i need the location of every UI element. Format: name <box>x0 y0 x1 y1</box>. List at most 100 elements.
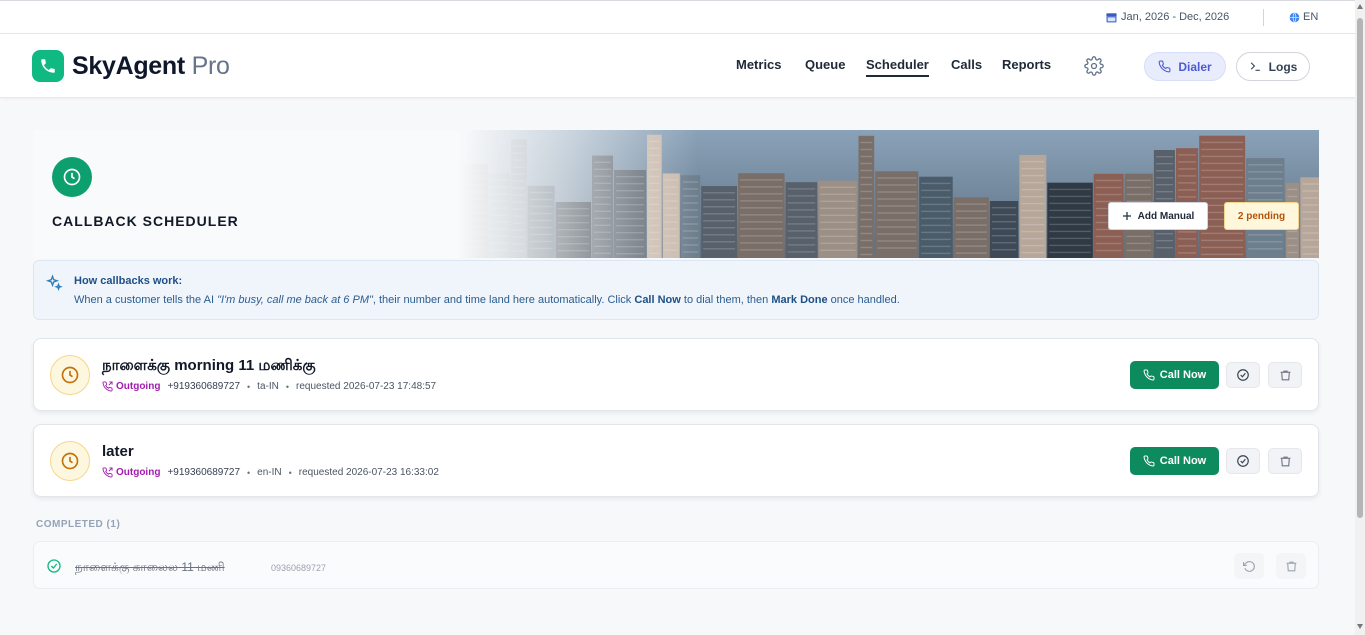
skyline-window <box>1287 251 1298 254</box>
skyline-window <box>1049 202 1091 205</box>
skyline-window <box>703 234 735 236</box>
skyline-window <box>1178 231 1197 233</box>
skyline-window <box>1021 174 1045 177</box>
mark-done-button[interactable] <box>1226 448 1260 474</box>
logs-button[interactable]: Logs <box>1236 52 1310 81</box>
skyline-window <box>1201 232 1244 235</box>
info-heading: How callbacks work: <box>74 275 183 287</box>
skyline-window <box>860 232 873 235</box>
skyline-window <box>1021 209 1045 212</box>
skyline-window <box>820 193 856 195</box>
skyline-building <box>1199 135 1246 258</box>
skyline-window <box>1302 204 1319 206</box>
skyline-window <box>703 227 735 229</box>
skyline-window <box>1302 239 1319 241</box>
callback-clock-badge <box>50 355 90 395</box>
how-callbacks-work-info: How callbacks work: When a customer tell… <box>33 260 1319 320</box>
skyline-window <box>860 239 873 242</box>
nav-calls[interactable]: Calls <box>951 57 982 72</box>
skyline-window <box>991 249 1017 251</box>
skyline-window <box>820 207 856 209</box>
callback-clock-badge <box>50 441 90 481</box>
skyline-window <box>1155 163 1173 165</box>
skyline-window <box>860 246 873 249</box>
skyline-window <box>1302 225 1319 227</box>
scroll-down-arrow[interactable] <box>1357 624 1363 629</box>
dialer-label: Dialer <box>1178 59 1212 74</box>
globe-icon <box>1289 11 1300 23</box>
skyline-window <box>1049 237 1091 240</box>
skyline-window <box>1049 216 1091 219</box>
delete-button[interactable] <box>1268 362 1302 388</box>
date-range-picker[interactable]: Jan, 2026 - Dec, 2026 <box>1106 11 1229 23</box>
separator-dot: • <box>285 381 289 392</box>
logs-label: Logs <box>1268 59 1298 74</box>
skyline-window <box>860 169 873 172</box>
skyline-window <box>877 247 917 249</box>
skyline-window <box>877 226 917 228</box>
skyline-window <box>991 235 1017 237</box>
trash-icon <box>1280 456 1290 466</box>
delete-completed-button[interactable] <box>1276 553 1306 579</box>
nav-reports[interactable]: Reports <box>1002 57 1051 72</box>
nav-queue[interactable]: Queue <box>805 57 845 72</box>
skyline-window <box>820 235 856 237</box>
skyline-window <box>860 253 873 256</box>
phone-icon <box>1143 455 1155 467</box>
skyline-window <box>860 155 873 158</box>
skyline-window <box>921 217 951 220</box>
callback-card: நாளைக்கு morning 11 மணிக்கு Outgoing +91… <box>33 338 1319 411</box>
mark-done-button[interactable] <box>1226 362 1260 388</box>
scrollbar-thumb[interactable] <box>1357 18 1363 518</box>
phone-icon <box>1143 369 1155 381</box>
skyline-window <box>1021 188 1045 191</box>
restore-button[interactable] <box>1234 553 1264 579</box>
skyline-window <box>1021 195 1045 198</box>
skyline-window <box>1201 246 1244 249</box>
skyline-window <box>1095 242 1122 245</box>
call-now-button[interactable]: Call Now <box>1130 447 1219 475</box>
skyline-window <box>1201 162 1244 165</box>
nav-scheduler[interactable]: Scheduler <box>866 57 929 77</box>
skyline-window <box>1178 245 1197 247</box>
skyline-window <box>1302 232 1319 234</box>
gear-icon[interactable] <box>1084 56 1104 76</box>
check-circle-icon <box>1237 369 1249 381</box>
skyline-window <box>1302 190 1319 192</box>
scroll-up-arrow[interactable] <box>1357 4 1363 9</box>
logo[interactable] <box>32 50 64 82</box>
skyline-window <box>1095 186 1122 189</box>
skyline-window <box>860 162 873 165</box>
delete-button[interactable] <box>1268 448 1302 474</box>
clock-icon <box>61 366 79 384</box>
skyline-window <box>820 228 856 230</box>
skyline-window <box>955 238 987 240</box>
skyline-window <box>1095 235 1122 238</box>
dialer-button[interactable]: Dialer <box>1144 52 1226 81</box>
hero-fade-overlay <box>458 130 698 258</box>
nav-metrics[interactable]: Metrics <box>736 57 782 72</box>
skyline-building <box>701 186 737 258</box>
skyline-window <box>955 203 987 205</box>
skyline-building <box>785 182 818 258</box>
trash-icon <box>1286 561 1296 571</box>
skyline-window <box>991 221 1017 223</box>
page-scrollbar[interactable] <box>1355 0 1365 635</box>
call-now-button[interactable]: Call Now <box>1130 361 1219 389</box>
phone-number: +919360689727 <box>167 467 241 478</box>
skyline-window <box>1178 238 1197 240</box>
skyline-window <box>877 205 917 207</box>
skyline-window <box>820 186 856 188</box>
add-manual-button[interactable]: Add Manual <box>1108 202 1208 230</box>
skyline-building <box>953 197 989 258</box>
language-selector[interactable]: EN <box>1289 11 1318 23</box>
skyline-window <box>860 204 873 207</box>
skyline-window <box>1155 240 1173 242</box>
skyline-window <box>877 184 917 186</box>
skyline-window <box>1021 244 1045 247</box>
skyline-building <box>858 135 875 258</box>
requested-time: requested 2026-07-23 17:48:57 <box>296 381 437 392</box>
skyline-window <box>1126 179 1151 182</box>
clock-icon <box>61 452 79 470</box>
skyline-window <box>921 189 951 192</box>
